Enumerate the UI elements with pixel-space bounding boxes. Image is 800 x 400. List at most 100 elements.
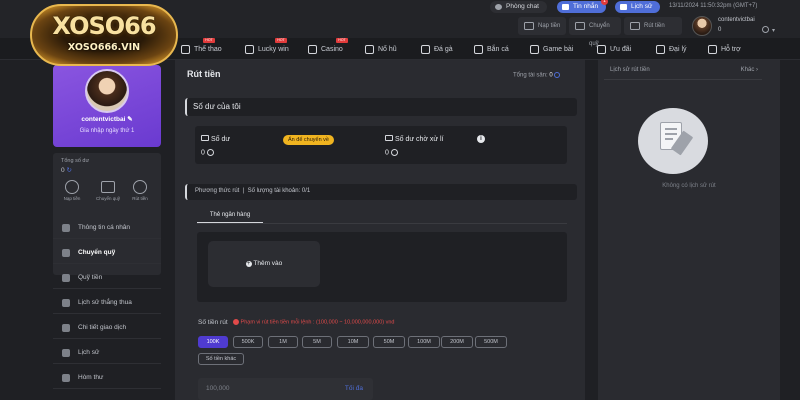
nav-label: Ưu đãi [610,46,632,53]
sidebar: contentvictbai ✎ Gia nhập ngày thứ 1 Tổn… [53,65,161,400]
rooster-icon [421,45,430,54]
quick-label: Chuyển quỹ [95,196,121,201]
refresh-icon[interactable]: ↻ [66,167,71,174]
more-link[interactable]: Khác › [741,67,758,73]
nav-lucky[interactable]: Lucky win HOT [245,38,289,56]
casino-icon [308,45,317,54]
amount-label: Số tiền rút [198,319,228,326]
max-button[interactable]: Tối đa [345,385,363,392]
amount-100k[interactable]: 100K [198,336,228,348]
tab-divider [197,223,567,224]
transfer-button[interactable]: Chuyển quỹ [569,17,621,47]
sidebar-item-transactions[interactable]: Chi tiết giao dịch [53,317,161,339]
nav-label: Casino [321,46,343,53]
edit-icon[interactable]: ✎ [127,116,132,123]
nav-casino[interactable]: Casino HOT [308,38,348,56]
datetime: 13/11/2024 11:50:32pm (GMT+7) [669,3,758,9]
sidebar-item-history[interactable]: Lịch sử [53,342,161,364]
amount-note: Phạm vi rút tiền tiền mỗi lệnh : (100,00… [233,319,394,325]
profile-avatar[interactable] [85,69,129,113]
wallet-icon [62,274,70,282]
method-text: Phương thức rút | Số lượng tài khoản: 0/… [195,188,311,194]
amount-50m[interactable]: 50M [373,336,405,348]
sidebar-item-mail[interactable]: Hòm thư [53,367,161,389]
hot-badge: HOT [336,38,348,43]
balance-card: Số dư Ẩn để chuyển về 0 Số dư chờ xử lí … [195,126,567,164]
nav-label: Nổ hũ [378,46,397,53]
site-logo[interactable]: XOSO66 XOSO666.VIN [30,4,178,66]
nav-cards[interactable]: Game bài [530,44,573,56]
nav-label: Thể thao [194,46,222,53]
total-assets: Tổng tài sản: 0 [513,72,561,79]
sidebar-item-wallet[interactable]: Quỹ tiền [53,267,161,289]
inbox-button[interactable]: Tin nhắn 1 [557,0,609,13]
wallet-icon [385,135,393,141]
balance-section-header: Số dư của tôi [185,98,577,116]
nav-rooster[interactable]: Đá gà [421,44,453,56]
deposit-button[interactable]: Nạp tiền [518,17,566,35]
menu-label: Lịch sử [78,349,100,356]
refresh-icon[interactable] [554,72,561,78]
top-balance: 0 [718,27,722,33]
refresh-icon[interactable] [762,26,769,33]
tab-bank-card[interactable]: Thẻ ngân hàng [197,207,263,223]
transfer-quick-icon[interactable] [101,181,115,193]
amount-other[interactable]: Số tiền khác [198,353,244,365]
amount-1m[interactable]: 1M [268,336,298,348]
hide-transfer-toggle[interactable]: Ẩn để chuyển về [283,135,334,145]
nav-label: Đại lý [669,46,687,53]
withdraw-button[interactable]: Rút tiền [624,17,682,35]
sidebar-item-winloss[interactable]: Lịch sử thắng thua [53,292,161,314]
nav-agent[interactable]: Đại lý [656,44,687,56]
receipt-icon [62,324,70,332]
withdraw-quick-icon[interactable] [133,180,147,194]
right-panel-header: Lịch sử rút tiền Khác › [604,63,762,80]
amount-10m[interactable]: 10M [337,336,369,348]
deposit-label: Nạp tiền [538,23,561,29]
nav-slot[interactable]: Nổ hũ [365,44,397,56]
sidebar-item-transfer[interactable]: Chuyển quỹ [53,242,161,264]
add-label: + Thêm vào [245,260,283,267]
chevron-down-icon[interactable]: ▾ [772,27,775,34]
add-bank-card-button[interactable]: + Thêm vào [208,241,320,287]
nav-label: Bắn cá [487,46,509,53]
history-button[interactable]: Lịch sử [615,1,661,13]
menu-label: Thông tin cá nhân [78,224,131,231]
nav-sports[interactable]: Thể thao HOT [181,38,222,56]
refresh-icon[interactable] [390,149,398,156]
right-panel-title: Lịch sử rút tiền [610,67,650,73]
nav-gift[interactable]: Ưu đãi [597,44,631,56]
method-header: Phương thức rút | Số lượng tài khoản: 0/… [185,184,577,200]
amount-200m[interactable]: 200M [441,336,473,348]
sidebar-item-profile[interactable]: Thông tin cá nhân [53,217,161,239]
cards-icon [530,45,539,54]
bank-card-area: + Thêm vào [197,232,567,302]
deposit-icon [524,22,534,30]
chat-button[interactable]: Phòng chat [490,1,547,13]
amount-500m[interactable]: 500M [475,336,507,348]
profile-name: contentvictbai ✎ [81,116,133,123]
amount-5m[interactable]: 5M [302,336,332,348]
history-icon [62,299,70,307]
transfer-icon [62,249,70,257]
info-icon[interactable]: i [477,135,485,143]
user-avatar[interactable] [692,16,712,36]
balance-label: Số dư [201,135,230,143]
deposit-quick-icon[interactable] [65,180,79,194]
amount-input[interactable]: 100,000 Tối đa [198,378,373,400]
warning-icon [233,319,239,325]
balance-value: 0 [201,149,214,156]
nav-support[interactable]: Hỗ trợ [708,44,741,56]
section-title: Số dư của tôi [193,102,241,111]
total-balance-label: Tổng số dư [61,158,90,164]
nav-fish[interactable]: Bắn cá [474,44,509,56]
mail-icon [562,4,569,10]
amount-500k[interactable]: 500K [233,336,263,348]
support-icon [708,45,717,54]
refresh-icon[interactable] [206,149,214,156]
menu-label: Chi tiết giao dịch [78,324,127,331]
amount-100m[interactable]: 100M [408,336,440,348]
slot-icon [365,45,374,54]
join-text: Gia nhập ngày thứ 1 [79,128,135,134]
quick-label: Nạp tiền [63,196,81,201]
